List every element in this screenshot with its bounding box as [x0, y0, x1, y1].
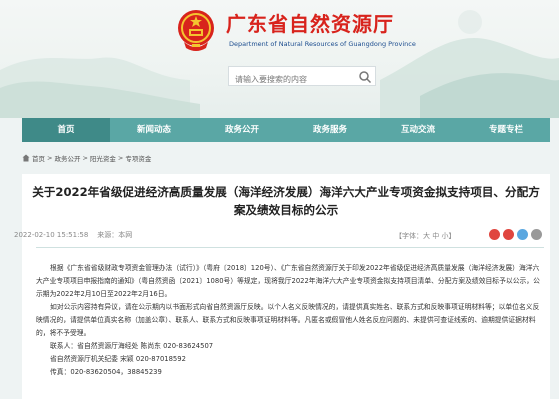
contact-line: 传真：020-83620504，38845239 — [50, 368, 162, 376]
breadcrumb-separator: > — [117, 154, 124, 162]
weibo-share-icon[interactable] — [489, 229, 500, 240]
font-size-label: 【字体： — [395, 232, 423, 240]
nav-home[interactable]: 首页 — [22, 118, 110, 142]
nav-news[interactable]: 新闻动态 — [110, 118, 198, 142]
breadcrumb-home[interactable]: 首页 — [32, 153, 45, 163]
qzone-share-icon[interactable] — [503, 229, 514, 240]
main-nav: 首页 新闻动态 政务公开 政务服务 互动交流 专题专栏 — [22, 118, 550, 142]
breadcrumb: 首页 > 政务公开 > 阳光资金 > 专项资金 — [22, 153, 151, 163]
site-title[interactable]: 广东省自然资源厅 — [226, 8, 394, 37]
breadcrumb-government-affairs[interactable]: 政务公开 — [54, 153, 80, 163]
breadcrumb-sunshine-funds[interactable]: 阳光资金 — [90, 153, 116, 163]
publish-date: 2022-02-10 15:51:58 — [14, 231, 89, 239]
article-title-line1: 关于2022年省级促进经济高质量发展（海洋经济发展）海洋六大产业专项资金拟支持项… — [32, 185, 540, 199]
meta-divider — [36, 247, 544, 248]
search-icon[interactable] — [358, 70, 372, 84]
site-header: 广东省自然资源厅 Department of Natural Resources… — [0, 0, 559, 118]
print-share-icon[interactable] — [531, 229, 542, 240]
font-size-control: 【字体：大 中 小】 — [395, 231, 455, 241]
nav-services[interactable]: 政务服务 — [286, 118, 374, 142]
font-size-close: 】 — [448, 232, 456, 240]
share-buttons — [489, 229, 542, 240]
article-paragraph: 根据《广东省省级财政专项资金管理办法（试行）》（粤府〔2018〕120号）、《广… — [36, 264, 540, 298]
breadcrumb-separator: > — [47, 154, 53, 162]
breadcrumb-special-funds[interactable]: 专项资金 — [125, 153, 151, 163]
nav-topics[interactable]: 专题专栏 — [462, 118, 550, 142]
contact-line: 省自然资源厅机关纪委 宋颖 020-87018592 — [50, 355, 186, 363]
contact-line: 联系人：省自然资源厅海经处 陈尚东 020-83624507 — [50, 342, 214, 350]
article-source: 来源：本网 — [97, 231, 133, 239]
breadcrumb-separator: > — [82, 154, 88, 162]
wechat-share-icon[interactable] — [517, 229, 528, 240]
font-medium-button[interactable]: 中 — [432, 232, 439, 240]
article-body: 根据《广东省省级财政专项资金管理办法（试行）》（粤府〔2018〕120号）、《广… — [36, 262, 544, 379]
article-paragraph: 如对公示内容持有异议，请在公示期内以书面形式向省自然资源厅反映。以个人名义反映情… — [36, 303, 540, 337]
article-meta: 2022-02-10 15:51:58 来源：本网 — [14, 230, 132, 240]
site-subtitle: Department of Natural Resources of Guang… — [229, 40, 416, 48]
font-large-button[interactable]: 大 — [423, 232, 430, 240]
nav-interaction[interactable]: 互动交流 — [374, 118, 462, 142]
nav-government-affairs[interactable]: 政务公开 — [198, 118, 286, 142]
article-title: 关于2022年省级促进经济高质量发展（海洋经济发展）海洋六大产业专项资金拟支持项… — [22, 183, 550, 219]
search-box — [228, 66, 376, 89]
home-icon — [22, 154, 30, 162]
national-emblem-icon — [178, 10, 214, 51]
search-input[interactable] — [229, 70, 355, 89]
article-title-line2: 案及绩效目标的公示 — [233, 203, 339, 217]
